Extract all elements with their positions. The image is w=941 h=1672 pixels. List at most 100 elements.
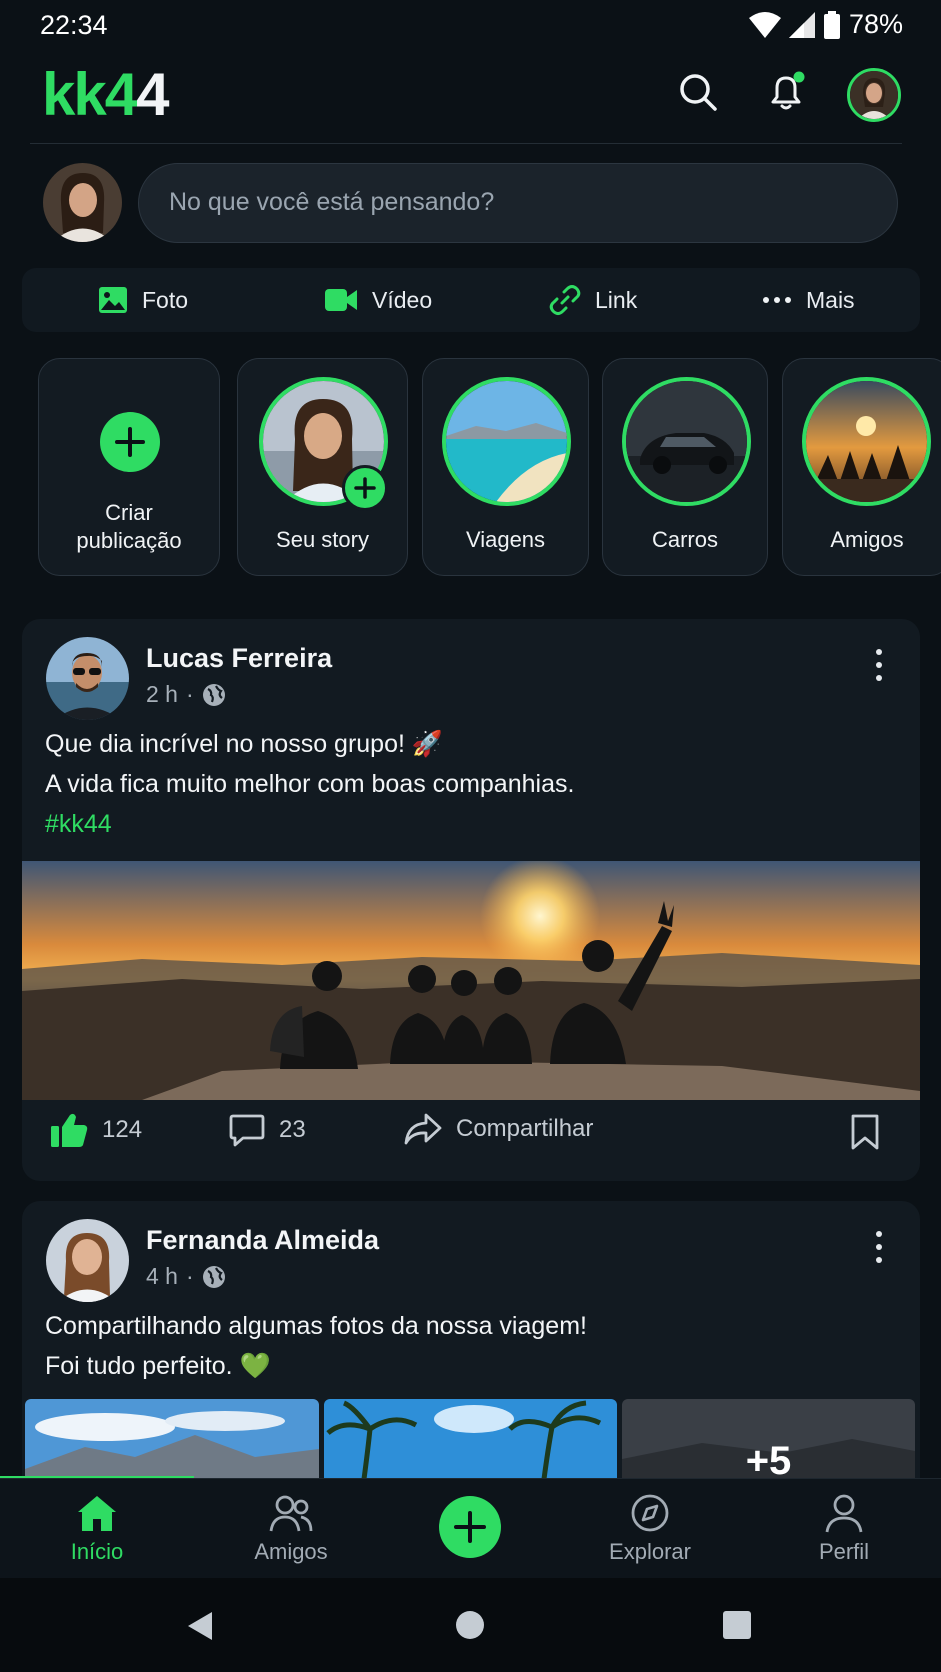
post-time: 2 h [146, 681, 178, 707]
nav-home-label: Início [70, 1539, 124, 1564]
battery-icon [823, 10, 840, 39]
more-action-button[interactable]: Mais [762, 268, 855, 332]
meta-separator-dot: · [185, 681, 194, 707]
nav-friends-label: Amigos [254, 1539, 328, 1564]
your-story-label: Seu story [276, 527, 369, 552]
video-icon [325, 289, 357, 311]
post-card: Lucas Ferreira 2 h · Que dia incrível no… [22, 619, 920, 1181]
more-action-label: Mais [806, 286, 855, 313]
comment-button[interactable]: 23 [229, 1112, 306, 1148]
composer-avatar[interactable] [43, 163, 122, 242]
gallery-photo-palms[interactable] [324, 1399, 617, 1479]
create-post-label: Criar publicação [39, 499, 219, 555]
link-action-label: Link [595, 286, 638, 313]
photo-action-label: Foto [142, 286, 189, 313]
post-text-line1: Que dia incrível no nosso grupo! 🚀 [45, 730, 444, 758]
nav-profile[interactable]: Perfil [774, 1493, 914, 1565]
post-author-name[interactable]: Fernanda Almeida [146, 1225, 379, 1256]
logo-text-green-4: 4 [104, 61, 138, 128]
post-author-avatar[interactable] [46, 1219, 129, 1302]
system-navigation-bar [0, 1578, 941, 1672]
search-icon[interactable] [676, 70, 720, 114]
gallery-photo-mountains[interactable] [25, 1399, 319, 1479]
photo-action-button[interactable]: Foto [98, 268, 188, 332]
video-action-button[interactable]: Vídeo [324, 268, 432, 332]
post-image[interactable] [22, 861, 920, 1100]
post-author-avatar[interactable] [46, 637, 129, 720]
share-arrow-icon [404, 1113, 442, 1145]
post-hashtag[interactable]: #kk44 [45, 804, 574, 844]
back-icon[interactable] [184, 1610, 216, 1642]
wifi-icon [748, 11, 781, 38]
meta-separator-dot: · [185, 1263, 194, 1289]
create-post-story-card[interactable]: Criar publicação [38, 358, 220, 576]
profile-icon [825, 1494, 863, 1533]
post-text-line2: Foi tudo perfeito. 💚 [45, 1352, 271, 1380]
nav-explore-label: Explorar [609, 1539, 691, 1564]
post-options-icon[interactable] [873, 1229, 885, 1265]
post-card: Fernanda Almeida 4 h · Compartilhando al… [22, 1201, 920, 1501]
status-icons: 78% [748, 9, 903, 40]
image-icon [99, 287, 127, 313]
story-viagens-label: Viagens [465, 527, 546, 552]
comment-icon [229, 1114, 265, 1147]
home-icon [78, 1496, 116, 1531]
profile-avatar[interactable] [847, 68, 901, 122]
nav-friends[interactable]: Amigos [221, 1493, 361, 1565]
story-viagens[interactable]: Viagens [422, 358, 589, 576]
like-count: 124 [102, 1116, 143, 1143]
create-post-plus-icon [100, 412, 160, 472]
comment-count: 23 [279, 1116, 306, 1143]
status-time: 22:34 [40, 10, 108, 40]
post-meta: 4 h · [146, 1263, 226, 1290]
story-carros-label: Carros [651, 527, 718, 552]
like-button[interactable]: 124 [50, 1112, 142, 1148]
share-button[interactable]: Compartilhar [404, 1112, 593, 1146]
post-time: 4 h [146, 1263, 178, 1289]
compass-icon [631, 1494, 669, 1532]
create-post-fab[interactable] [439, 1496, 501, 1558]
notification-bell-icon[interactable] [764, 70, 808, 114]
story-carros[interactable]: Carros [602, 358, 768, 576]
logo-text-green: kk [42, 61, 107, 128]
story-carros-thumbnail [622, 377, 751, 506]
signal-icon [788, 11, 815, 38]
app-logo[interactable]: kk44 [42, 61, 170, 128]
recents-icon[interactable] [722, 1610, 752, 1640]
composer-actions: Foto Vídeo Link Mais [22, 268, 920, 332]
post-text-line2: A vida fica muito melhor com boas compan… [45, 770, 575, 798]
more-photos-count: +5 [745, 1439, 792, 1479]
thumbs-up-icon [51, 1113, 88, 1147]
post-options-icon[interactable] [873, 647, 885, 683]
status-bar: 22:34 78% [0, 0, 941, 52]
story-amigos[interactable]: Amigos [782, 358, 941, 576]
globe-icon [202, 1265, 225, 1288]
your-story-card[interactable]: Seu story [237, 358, 408, 576]
create-post-label-line1: Criar [105, 500, 153, 525]
nav-explore[interactable]: Explorar [580, 1493, 720, 1565]
bookmark-icon[interactable] [850, 1114, 880, 1150]
home-circle-icon[interactable] [455, 1610, 485, 1640]
video-action-label: Vídeo [372, 286, 433, 313]
nav-home[interactable]: Início [27, 1493, 167, 1565]
post-body: Que dia incrível no nosso grupo! 🚀 A vid… [45, 724, 574, 844]
globe-icon [202, 683, 225, 706]
story-amigos-label: Amigos [830, 527, 904, 552]
more-dots-icon [763, 297, 791, 303]
post-author-name[interactable]: Lucas Ferreira [146, 643, 332, 674]
logo-text-white-4: 4 [136, 61, 169, 128]
share-label: Compartilhar [456, 1115, 594, 1142]
post-meta: 2 h · [146, 681, 226, 708]
create-post-label-line2: publicação [76, 528, 182, 553]
link-icon [549, 285, 581, 315]
composer-input[interactable]: No que você está pensando? [138, 163, 898, 243]
nav-profile-label: Perfil [818, 1539, 870, 1564]
link-action-button[interactable]: Link [549, 268, 637, 332]
add-story-plus-icon[interactable] [342, 465, 388, 511]
story-viagens-thumbnail [442, 377, 571, 506]
post-text-line1: Compartilhando algumas fotos da nossa vi… [45, 1312, 587, 1340]
story-amigos-thumbnail [802, 377, 931, 506]
battery-percent: 78% [848, 9, 903, 39]
gallery-photo-more[interactable]: +5 [622, 1399, 915, 1479]
friends-icon [269, 1495, 313, 1532]
